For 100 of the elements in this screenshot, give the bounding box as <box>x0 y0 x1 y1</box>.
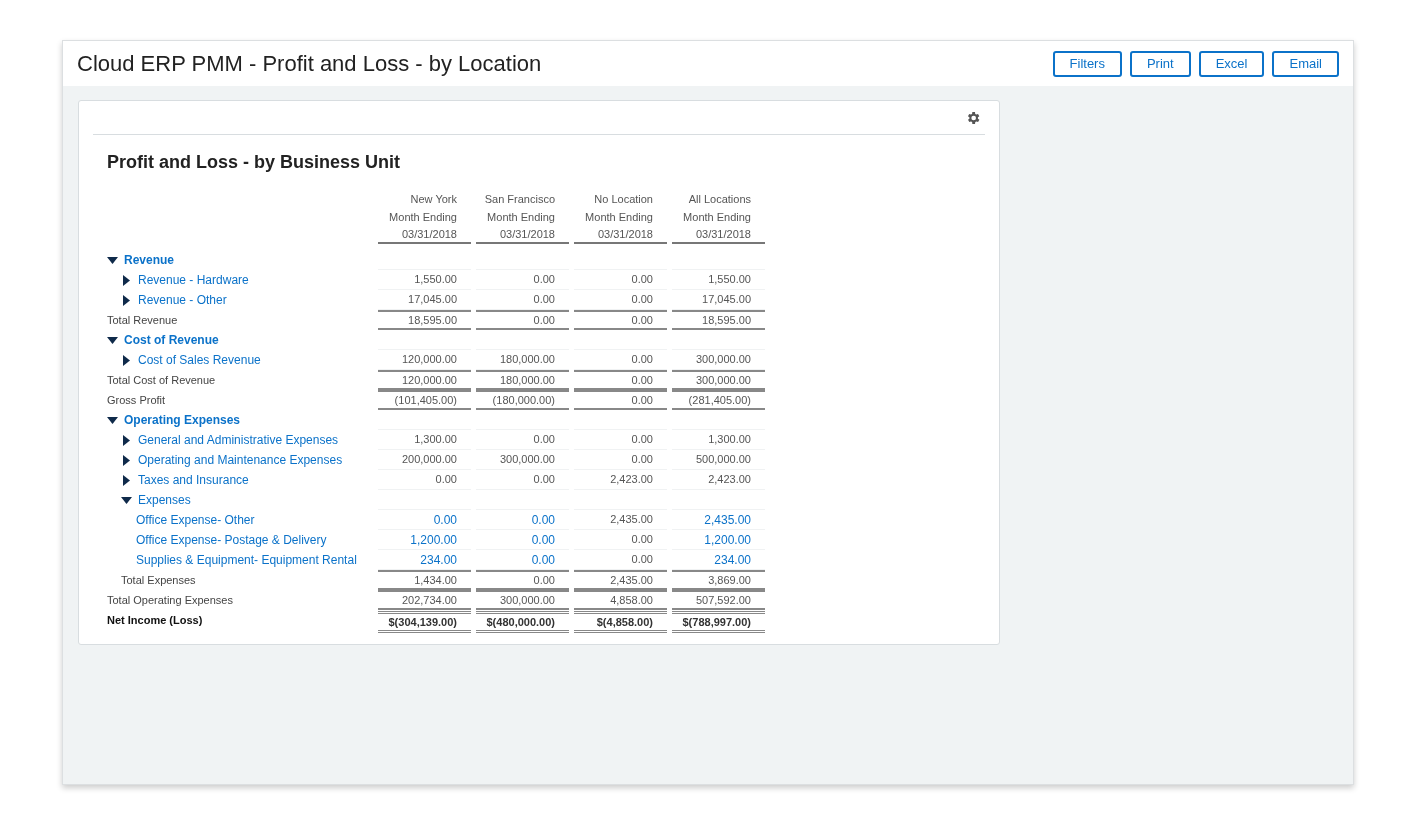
caret-right-icon[interactable] <box>121 274 132 286</box>
amount: 120,000.00 <box>401 352 457 368</box>
column-header: 03/31/2018 <box>401 226 457 242</box>
amount: (281,405.00) <box>688 392 751 408</box>
amount: 0.00 <box>631 452 653 468</box>
account-link[interactable]: Cost of Revenue <box>124 331 219 349</box>
caret-right-icon[interactable] <box>121 294 132 306</box>
amount: 1,550.00 <box>708 272 751 288</box>
column-header: 03/31/2018 <box>499 226 555 242</box>
amount: 1,550.00 <box>414 272 457 288</box>
caret-right-icon[interactable] <box>121 434 132 446</box>
column-header: New York <box>410 191 457 207</box>
account-link[interactable]: Taxes and Insurance <box>138 471 249 489</box>
column-header: 03/31/2018 <box>695 226 751 242</box>
amount: 0.00 <box>533 292 555 308</box>
amount: 1,300.00 <box>414 432 457 448</box>
amount: 300,000.00 <box>695 352 751 368</box>
amount: (180,000.00) <box>492 392 555 408</box>
amount: 300,000.00 <box>499 452 555 468</box>
amount: 2,423.00 <box>610 472 653 488</box>
amount-link[interactable]: 0.00 <box>531 550 555 569</box>
amount: 300,000.00 <box>695 372 751 388</box>
column-header: Month Ending <box>683 209 751 225</box>
amount: 2,435.00 <box>610 512 653 528</box>
amount: 0.00 <box>533 432 555 448</box>
amount: 0.00 <box>435 472 457 488</box>
caret-right-icon[interactable] <box>121 354 132 366</box>
amount: $(788,997.00) <box>682 614 751 630</box>
amount: 500,000.00 <box>695 452 751 468</box>
amount: 17,045.00 <box>702 292 751 308</box>
amount: 2,435.00 <box>610 572 653 588</box>
toolbar-button[interactable]: Excel <box>1198 50 1265 77</box>
amount: 17,045.00 <box>408 292 457 308</box>
amount: $(4,858.00) <box>596 614 653 630</box>
amount: 0.00 <box>533 272 555 288</box>
amount: 300,000.00 <box>499 592 555 608</box>
row-label: Total Expenses <box>121 572 196 588</box>
amount: 0.00 <box>631 352 653 368</box>
amount-link[interactable]: 0.00 <box>531 510 555 529</box>
amount: 120,000.00 <box>401 372 457 388</box>
account-link[interactable]: General and Administrative Expenses <box>138 431 339 449</box>
caret-down-icon[interactable] <box>121 494 132 506</box>
toolbar-button[interactable]: Filters <box>1052 50 1122 77</box>
amount: 0.00 <box>631 292 653 308</box>
amount: 180,000.00 <box>499 372 555 388</box>
toolbar-button[interactable]: Email <box>1272 50 1339 77</box>
account-link[interactable]: Operating Expenses <box>124 411 241 429</box>
account-link[interactable]: Expenses <box>138 491 191 509</box>
column-header: All Locations <box>688 191 751 207</box>
amount: (101,405.00) <box>394 392 457 408</box>
account-link[interactable]: Office Expense- Other <box>136 511 255 529</box>
amount: 1,434.00 <box>414 572 457 588</box>
amount-link[interactable]: 1,200.00 <box>704 530 751 549</box>
amount: 0.00 <box>631 372 653 388</box>
caret-down-icon[interactable] <box>107 414 118 426</box>
amount: 0.00 <box>631 552 653 568</box>
caret-right-icon[interactable] <box>121 474 132 486</box>
caret-down-icon[interactable] <box>107 334 118 346</box>
amount: $(480,000.00) <box>486 614 555 630</box>
amount: 2,423.00 <box>708 472 751 488</box>
amount-link[interactable]: 0.00 <box>531 530 555 549</box>
amount: 18,595.00 <box>408 312 457 328</box>
amount-link[interactable]: 0.00 <box>433 510 457 529</box>
amount: 0.00 <box>631 392 653 408</box>
row-label: Total Cost of Revenue <box>107 372 216 388</box>
column-header: Month Ending <box>585 209 653 225</box>
row-label: Total Revenue <box>107 312 178 328</box>
caret-right-icon[interactable] <box>121 454 132 466</box>
amount-link[interactable]: 234.00 <box>714 550 751 569</box>
column-header: San Francisco <box>484 191 555 207</box>
amount-link[interactable]: 234.00 <box>420 550 457 569</box>
amount: 200,000.00 <box>401 452 457 468</box>
account-link[interactable]: Revenue - Other <box>138 291 227 309</box>
column-header: 03/31/2018 <box>597 226 653 242</box>
amount: 180,000.00 <box>499 352 555 368</box>
account-link[interactable]: Revenue <box>124 251 175 269</box>
account-link[interactable]: Cost of Sales Revenue <box>138 351 261 369</box>
amount: $(304,139.00) <box>388 614 457 630</box>
amount: 0.00 <box>631 312 653 328</box>
column-header: No Location <box>594 191 653 207</box>
amount: 0.00 <box>533 572 555 588</box>
amount: 0.00 <box>533 312 555 328</box>
amount-link[interactable]: 1,200.00 <box>410 530 457 549</box>
amount: 0.00 <box>631 432 653 448</box>
amount: 0.00 <box>631 532 653 548</box>
amount: 507,592.00 <box>695 592 751 608</box>
account-link[interactable]: Supplies & Equipment- Equipment Rental <box>136 551 357 569</box>
amount: 3,869.00 <box>708 572 751 588</box>
column-header: Month Ending <box>487 209 555 225</box>
caret-down-icon[interactable] <box>107 254 118 266</box>
amount: 18,595.00 <box>702 312 751 328</box>
amount: 0.00 <box>631 272 653 288</box>
amount: 0.00 <box>533 472 555 488</box>
account-link[interactable]: Operating and Maintenance Expenses <box>138 451 343 469</box>
account-link[interactable]: Revenue - Hardware <box>138 271 249 289</box>
toolbar-button[interactable]: Print <box>1129 50 1191 77</box>
row-label: Net Income (Loss) <box>107 612 203 628</box>
account-link[interactable]: Office Expense- Postage & Delivery <box>136 531 327 549</box>
amount-link[interactable]: 2,435.00 <box>704 510 751 529</box>
settings-icon[interactable] <box>965 109 981 126</box>
